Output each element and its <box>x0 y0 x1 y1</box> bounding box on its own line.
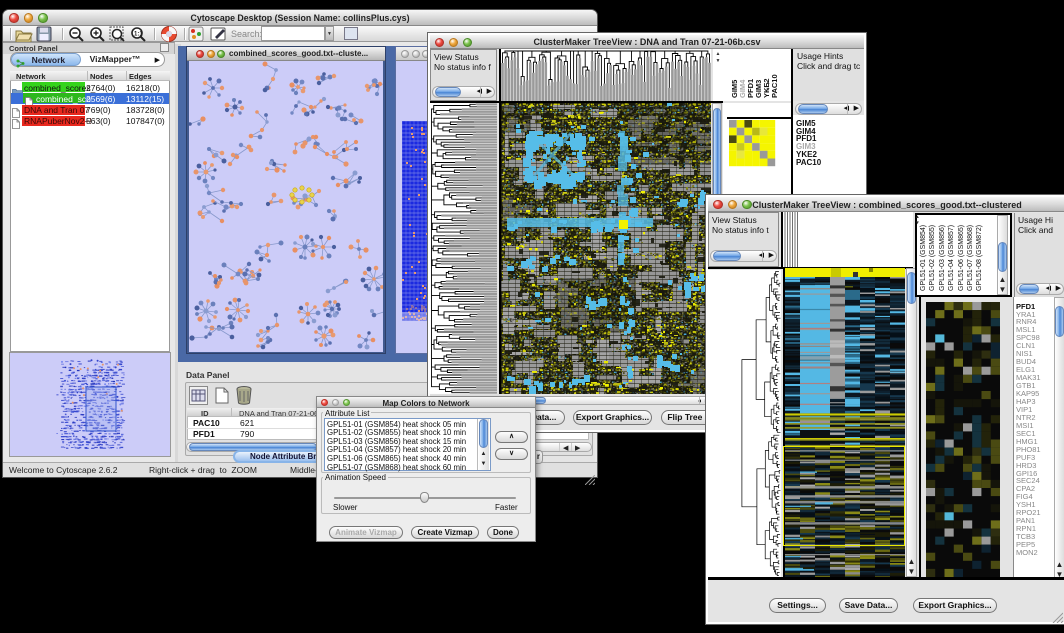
svg-text:1:1: 1:1 <box>134 32 143 38</box>
